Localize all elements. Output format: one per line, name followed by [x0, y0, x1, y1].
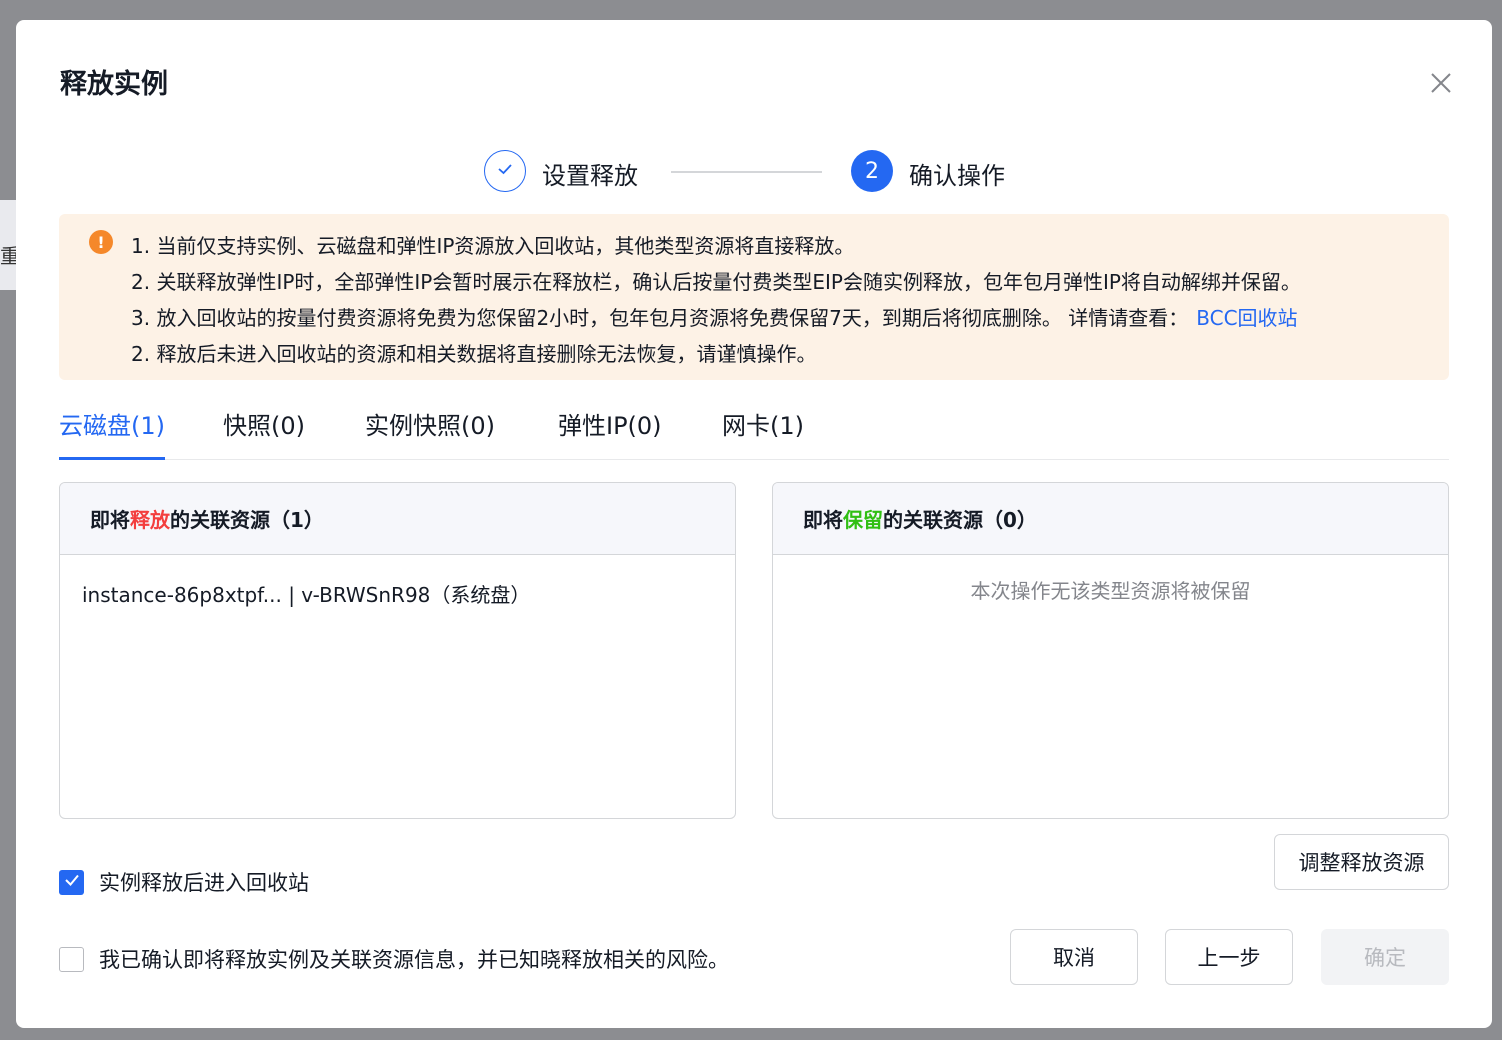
confirm-button[interactable]: 确定 — [1321, 929, 1449, 985]
adjust-release-resources-button[interactable]: 调整释放资源 — [1274, 834, 1449, 890]
empty-state-text: 本次操作无该类型资源将被保留 — [970, 579, 1251, 603]
tab-snapshot[interactable]: 快照(0) — [223, 406, 305, 457]
bcc-recycle-link[interactable]: BCC回收站 — [1196, 306, 1297, 330]
resource-tabs: 云磁盘(1) 快照(0) 实例快照(0) 弹性IP(0) 网卡(1) — [59, 400, 1449, 460]
dialog-title: 释放实例 — [60, 69, 168, 100]
previous-step-button[interactable]: 上一步 — [1165, 929, 1293, 985]
tab-cloud-disk[interactable]: 云磁盘(1) — [59, 406, 165, 460]
close-icon[interactable] — [1428, 70, 1454, 96]
keep-panel-header: 即将 保留 的关联资源（0） — [773, 483, 1448, 555]
step-1-label: 设置释放 — [542, 162, 638, 190]
step-2-number: 2 — [851, 150, 893, 192]
step-done-circle — [484, 150, 526, 192]
panel-title-highlight: 释放 — [130, 508, 170, 532]
confirm-risk-checkbox-row[interactable]: 我已确认即将释放实例及关联资源信息，并已知晓释放相关的风险。 — [59, 944, 729, 974]
notice-line: 2. 关联释放弹性IP时，全部弹性IP会暂时展示在释放栏，确认后按量付费类型EI… — [131, 270, 1301, 294]
confirm-risk-checkbox[interactable] — [59, 946, 84, 972]
release-resources-panel: 即将 释放 的关联资源（1） instance-86p8xtpf... | v-BR… — [59, 482, 736, 819]
list-item: instance-86p8xtpf... | v-BRWSnR98（系统盘） — [82, 583, 531, 607]
recycle-checkbox-label: 实例释放后进入回收站 — [99, 871, 309, 895]
panel-title-highlight: 保留 — [843, 508, 883, 532]
notice-box: ! 1. 当前仅支持实例、云磁盘和弹性IP资源放入回收站，其他类型资源将直接释放… — [59, 214, 1449, 380]
cancel-button[interactable]: 取消 — [1010, 929, 1138, 985]
notice-line: 2. 释放后未进入回收站的资源和相关数据将直接删除无法恢复，请谨慎操作。 — [131, 342, 817, 366]
step-connector — [671, 171, 822, 173]
notice-line-text: 3. 放入回收站的按量付费资源将免费为您保留2小时，包年包月资源将免费保留7天，… — [131, 306, 1189, 330]
warning-icon: ! — [89, 230, 113, 254]
release-panel-header: 即将 释放 的关联资源（1） — [60, 483, 735, 555]
panel-title-suffix: 的关联资源（0） — [883, 508, 1037, 532]
notice-line: 3. 放入回收站的按量付费资源将免费为您保留2小时，包年包月资源将免费保留7天，… — [131, 300, 1301, 336]
tab-elastic-ip[interactable]: 弹性IP(0) — [558, 406, 662, 457]
panel-title-suffix: 的关联资源（1） — [170, 508, 324, 532]
recycle-checkbox-row[interactable]: 实例释放后进入回收站 — [59, 867, 309, 897]
notice-lines: 1. 当前仅支持实例、云磁盘和弹性IP资源放入回收站，其他类型资源将直接释放。 … — [131, 228, 1301, 372]
release-instance-dialog: 释放实例 设置释放 2 确认操作 ! 1. 当前仅支持实例、云磁盘和弹性IP资源… — [16, 20, 1492, 1028]
check-icon — [63, 871, 81, 893]
check-icon — [496, 160, 514, 182]
tab-network-card[interactable]: 网卡(1) — [722, 406, 804, 457]
notice-line: 1. 当前仅支持实例、云磁盘和弹性IP资源放入回收站，其他类型资源将直接释放。 — [131, 234, 855, 258]
step-2-label: 确认操作 — [909, 162, 1005, 190]
keep-resources-panel: 即将 保留 的关联资源（0） 本次操作无该类型资源将被保留 — [772, 482, 1449, 819]
steps-indicator: 设置释放 2 确认操作 — [484, 150, 1044, 194]
recycle-checkbox[interactable] — [59, 869, 84, 895]
tab-instance-snapshot[interactable]: 实例快照(0) — [365, 406, 495, 457]
panel-title-prefix: 即将 — [90, 508, 130, 532]
confirm-risk-checkbox-label: 我已确认即将释放实例及关联资源信息，并已知晓释放相关的风险。 — [99, 948, 729, 972]
panel-title-prefix: 即将 — [803, 508, 843, 532]
